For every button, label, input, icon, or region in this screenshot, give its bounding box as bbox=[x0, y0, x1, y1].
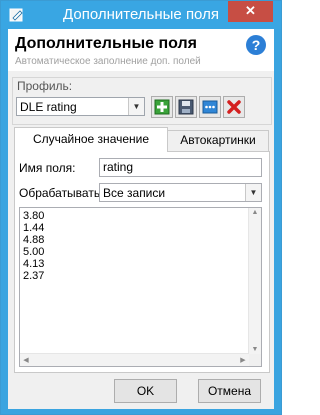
cancel-button[interactable]: Отмена bbox=[198, 379, 261, 403]
tab-autopictures[interactable]: Автокартинки bbox=[167, 130, 269, 151]
chevron-down-icon[interactable]: ▼ bbox=[128, 98, 144, 115]
value-line: 2.37 bbox=[23, 270, 45, 282]
horizontal-scrollbar[interactable]: ◀ ▶ bbox=[20, 353, 249, 366]
add-icon bbox=[154, 99, 170, 115]
chevron-down-icon[interactable]: ▼ bbox=[245, 184, 261, 201]
add-profile-button[interactable] bbox=[151, 96, 173, 118]
tab-panel: Имя поля: rating Обрабатывать: Все запис… bbox=[14, 151, 270, 373]
scrollbar-corner bbox=[249, 354, 261, 366]
delete-profile-button[interactable] bbox=[223, 96, 245, 118]
more-options-button[interactable] bbox=[199, 96, 221, 118]
help-icon[interactable]: ? bbox=[245, 34, 267, 56]
title-bar[interactable]: Дополнительные поля ✕ bbox=[1, 1, 281, 29]
process-select[interactable]: Все записи ▼ bbox=[99, 183, 262, 202]
scroll-right-icon[interactable]: ▶ bbox=[237, 356, 249, 364]
profile-select[interactable]: DLE rating ▼ bbox=[16, 97, 145, 116]
scroll-up-icon[interactable]: ▲ bbox=[249, 209, 261, 216]
more-icon bbox=[202, 100, 218, 114]
save-profile-button[interactable] bbox=[175, 96, 197, 118]
close-button[interactable]: ✕ bbox=[228, 1, 273, 22]
value-line: 4.88 bbox=[23, 234, 45, 246]
value-line: 3.80 bbox=[23, 210, 45, 222]
tab-random-value[interactable]: Случайное значение bbox=[14, 127, 168, 152]
ok-button[interactable]: OK bbox=[114, 379, 177, 403]
header-title: Дополнительные поля bbox=[15, 35, 198, 52]
delete-icon bbox=[227, 100, 241, 114]
field-name-label: Имя поля: bbox=[19, 161, 76, 175]
process-label: Обрабатывать: bbox=[19, 186, 104, 200]
process-selected-value: Все записи bbox=[103, 186, 166, 200]
vertical-scrollbar[interactable]: ▲ ▼ bbox=[248, 208, 261, 354]
header-subtitle: Автоматическое заполнение доп. полей bbox=[15, 56, 201, 67]
field-name-input[interactable]: rating bbox=[99, 158, 262, 177]
value-line: 5.00 bbox=[23, 246, 45, 258]
dialog-body: Дополнительные поля Автоматическое запол… bbox=[8, 29, 274, 409]
header-panel: Дополнительные поля Автоматическое запол… bbox=[8, 29, 274, 71]
dialog-window: Дополнительные поля ✕ Дополнительные пол… bbox=[0, 0, 282, 415]
scroll-left-icon[interactable]: ◀ bbox=[20, 356, 32, 364]
profile-label: Профиль: bbox=[17, 79, 73, 93]
values-textarea[interactable]: 3.80 1.44 4.88 5.00 4.13 2.37 ▲ ▼ ◀ ▶ bbox=[19, 207, 262, 367]
svg-text:?: ? bbox=[252, 37, 261, 53]
profile-selected-value: DLE rating bbox=[20, 100, 77, 114]
scroll-down-icon[interactable]: ▼ bbox=[249, 346, 261, 353]
save-icon bbox=[178, 99, 194, 115]
value-line: 1.44 bbox=[23, 222, 45, 234]
value-line: 4.13 bbox=[23, 258, 45, 270]
values-list: 3.80 1.44 4.88 5.00 4.13 2.37 bbox=[23, 210, 44, 282]
